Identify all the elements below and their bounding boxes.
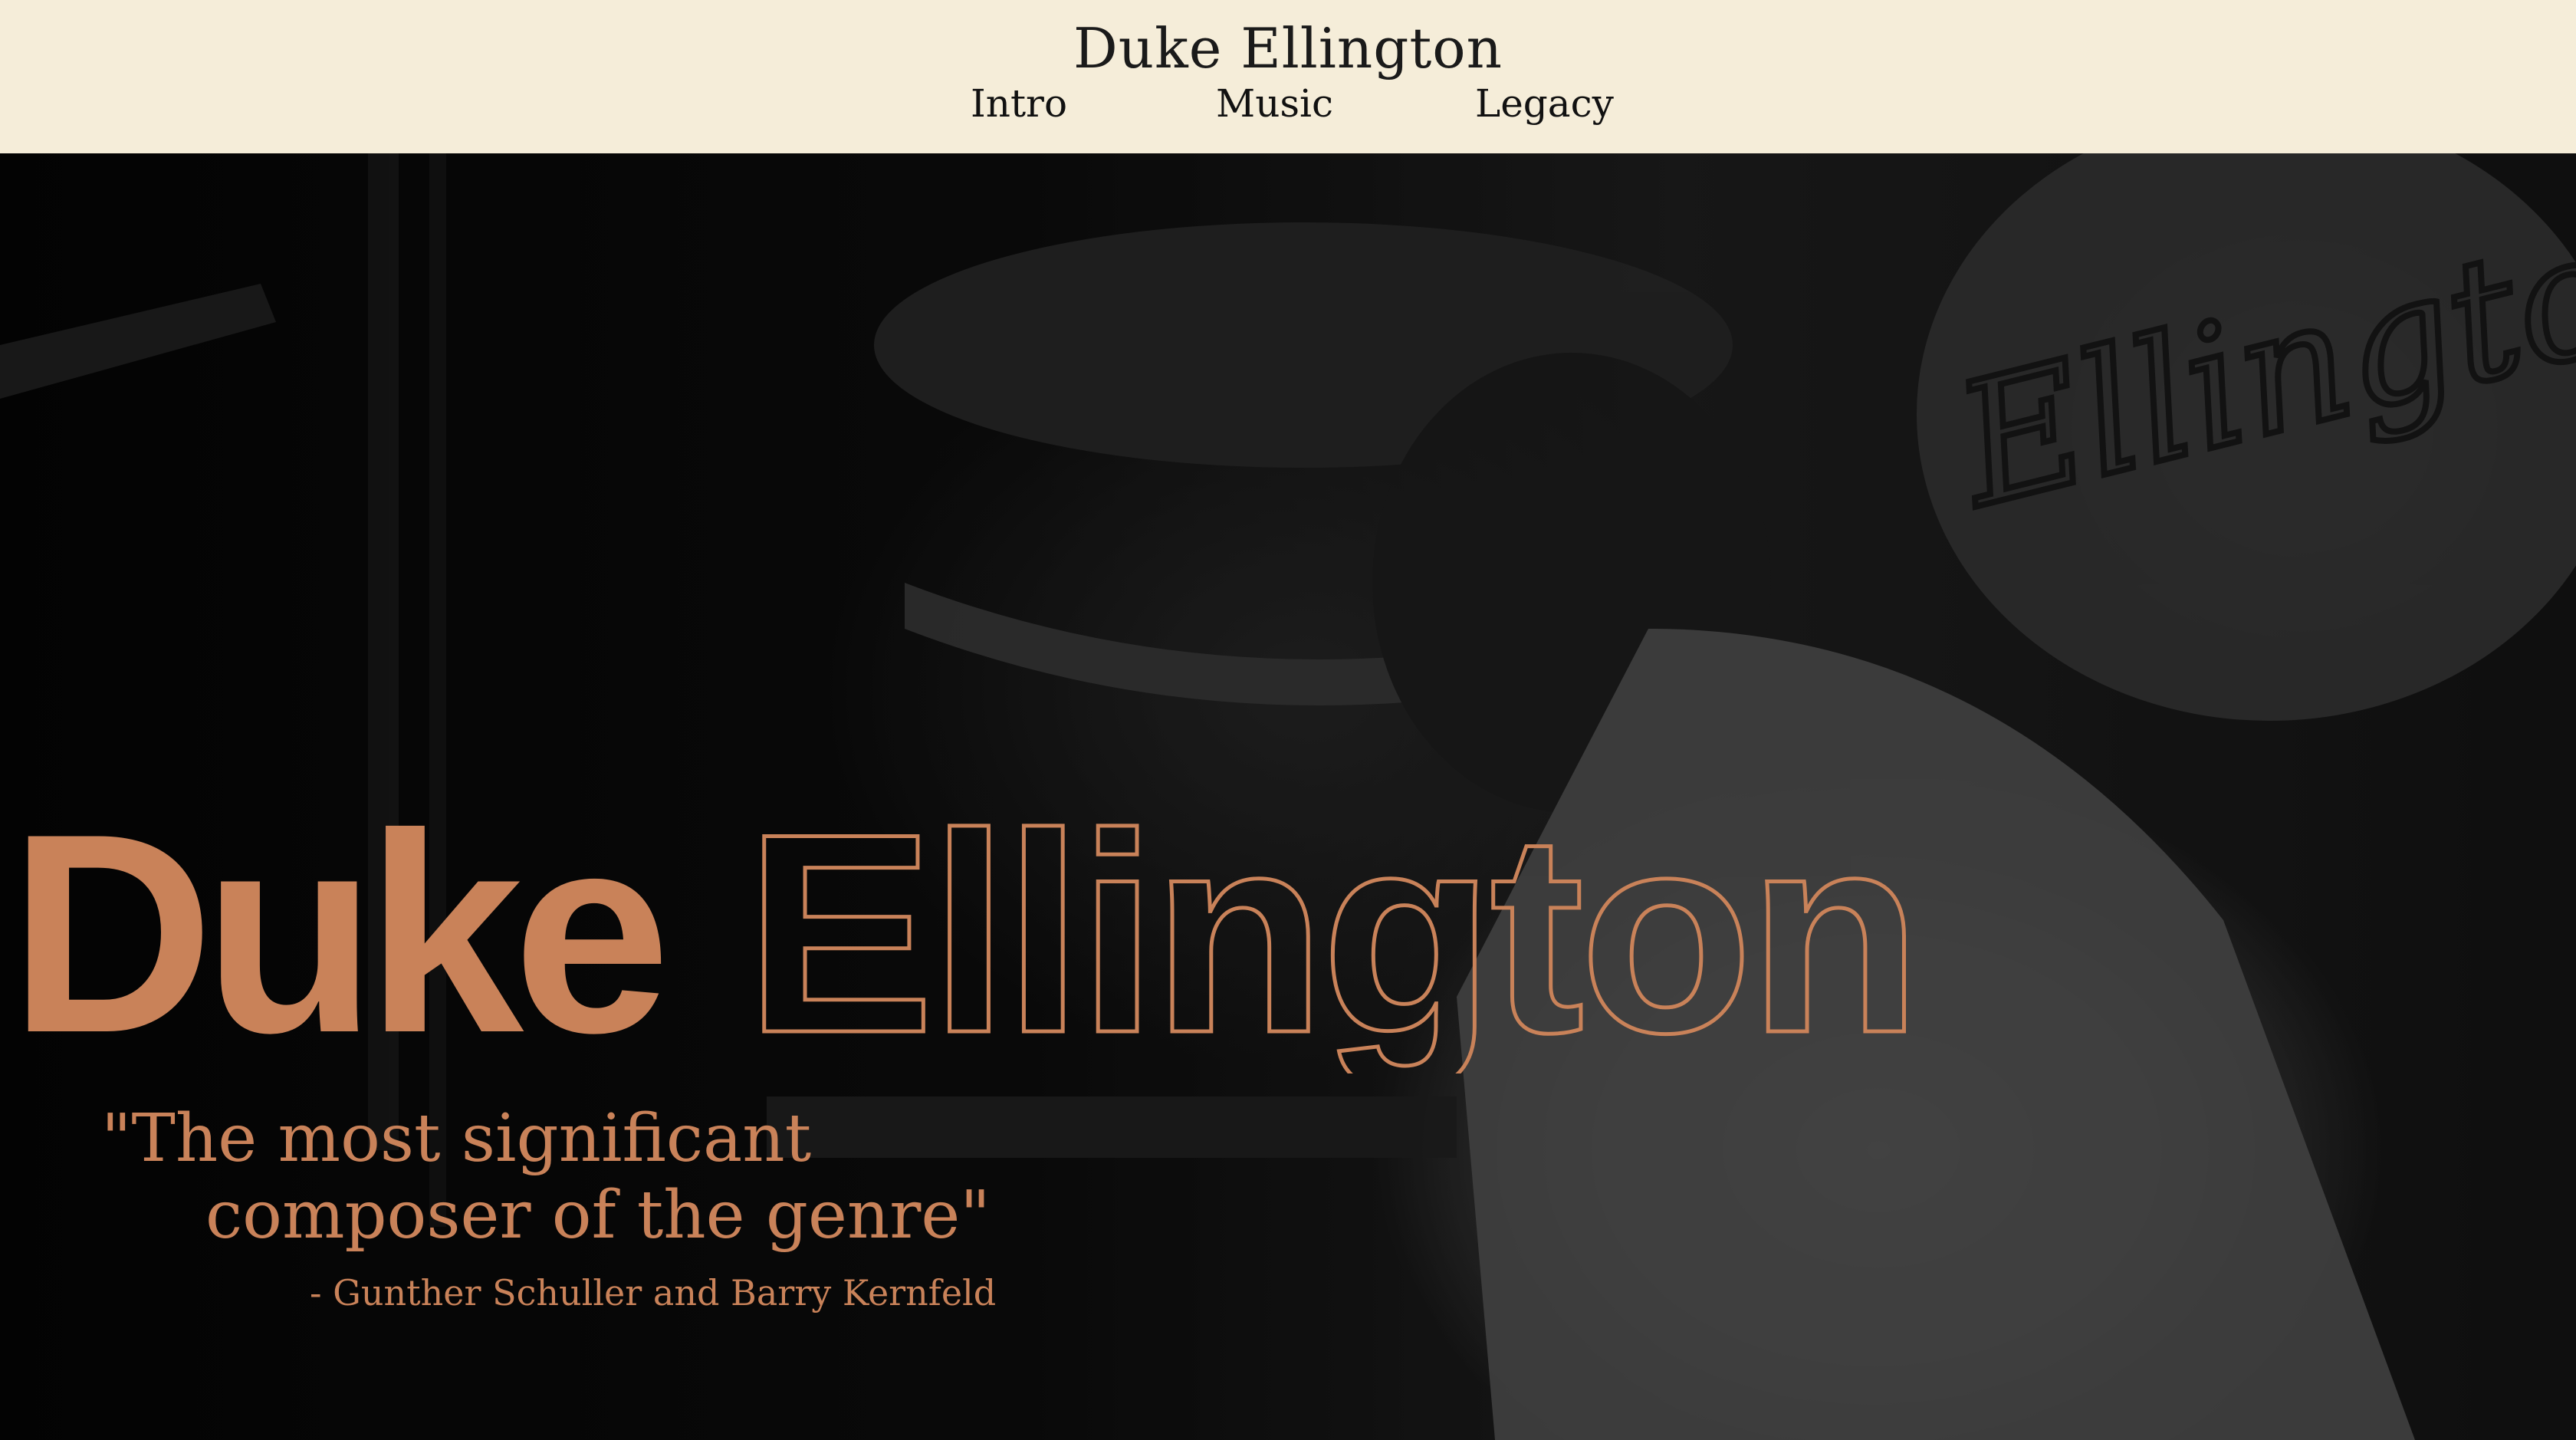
quote-line-1: "The most significant: [101, 1100, 812, 1177]
hero-quote: "The most significant composer of the ge…: [0, 1096, 997, 1440]
nav-link-legacy[interactable]: Legacy: [1475, 77, 1614, 130]
nav-link-intro[interactable]: Intro: [971, 77, 1067, 130]
hero-section: Ellington Duke Ellington "The most signi…: [0, 153, 2576, 1440]
main-nav: Intro Music Legacy: [0, 77, 2576, 130]
hero-last-name: Ellington: [745, 775, 1917, 1073]
quote-attribution: - Gunther Schuller and Barry Kernfeld: [310, 1272, 997, 1313]
site-header: Duke Ellington Intro Music Legacy: [0, 0, 2576, 153]
hero-name-heading: Duke Ellington: [9, 774, 1924, 1074]
site-title[interactable]: Duke Ellington: [0, 14, 2576, 83]
nav-link-music[interactable]: Music: [1216, 77, 1333, 130]
quote-line-2: composer of the genre": [205, 1177, 991, 1254]
hero-first-name: Duke: [9, 775, 664, 1073]
